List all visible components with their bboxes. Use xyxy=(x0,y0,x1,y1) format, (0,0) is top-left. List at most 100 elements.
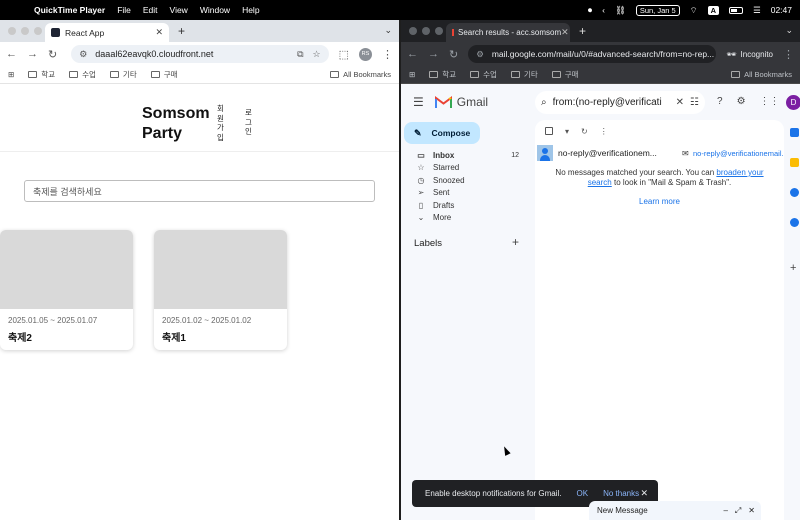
signup-link[interactable]: 회원가입 xyxy=(216,104,225,142)
menu-view[interactable]: View xyxy=(170,5,188,15)
clock[interactable]: 02:47 xyxy=(771,5,792,15)
search-contact-row[interactable]: no-reply@verificationem... ✉ no-reply@ve… xyxy=(535,142,784,164)
expand-icon[interactable]: ⤢ xyxy=(735,506,741,516)
bookmark-folder-etc[interactable]: 기타 xyxy=(510,69,538,80)
site-info-icon[interactable]: ⚙ xyxy=(79,49,87,60)
festival-search-input[interactable]: 축제를 검색하세요 xyxy=(24,180,375,202)
tab-search-chevron-icon[interactable]: ⌄ xyxy=(384,25,392,36)
site-info-icon[interactable]: ⚙ xyxy=(476,49,484,60)
menu-help[interactable]: Help xyxy=(242,5,259,15)
all-bookmarks[interactable]: All Bookmarks xyxy=(330,70,391,79)
back-icon[interactable]: ← xyxy=(407,48,418,60)
bookmark-folder-etc[interactable]: 기타 xyxy=(109,69,137,80)
account-avatar[interactable]: D xyxy=(786,95,800,110)
search-icon[interactable]: ⌕ xyxy=(541,97,547,108)
forward-icon[interactable]: → xyxy=(428,48,439,60)
nav-starred[interactable]: ☆ Starred xyxy=(401,162,531,175)
mail-search-input[interactable]: ⌕ from:(no-reply@verificati ✕ ☷ xyxy=(535,91,705,114)
all-bookmarks[interactable]: All Bookmarks xyxy=(731,70,792,79)
calendar-icon[interactable] xyxy=(790,128,799,137)
tab-gmail-search[interactable]: Search results - acc.somsom ✕ xyxy=(446,23,570,42)
forward-icon[interactable]: → xyxy=(27,48,38,60)
more-options-icon[interactable]: ⋮ xyxy=(600,127,608,136)
chevron-left-icon[interactable]: ‹ xyxy=(602,5,605,15)
close-window-button[interactable] xyxy=(8,27,16,35)
control-center-icon[interactable]: ☰ xyxy=(753,5,761,16)
apps-grid-icon[interactable]: ⊞ xyxy=(8,70,14,79)
add-addon-plus-icon[interactable]: + xyxy=(790,262,799,274)
input-source-badge[interactable]: A xyxy=(707,5,720,15)
close-tab-icon[interactable]: ✕ xyxy=(561,27,569,38)
add-label-plus-icon[interactable]: + xyxy=(512,235,519,249)
nav-snoozed[interactable]: ◷ Snoozed xyxy=(401,174,531,187)
bookmark-folder-school[interactable]: 학교 xyxy=(429,69,456,80)
apps-grid-icon[interactable]: ⋮⋮ xyxy=(760,96,780,107)
wifi-icon[interactable]: ⌔ xyxy=(690,5,698,16)
bookmark-folder-purchase[interactable]: 구매 xyxy=(150,69,178,80)
close-tab-icon[interactable]: ✕ xyxy=(155,27,163,38)
address-bar[interactable]: ⚙ daaal62eavqk0.cloudfront.net ⧉ ☆ xyxy=(71,45,329,63)
learn-more-link[interactable]: Learn more xyxy=(535,197,784,206)
record-icon[interactable]: ⏺ xyxy=(588,5,592,16)
nav-inbox[interactable]: ▭ Inbox 12 xyxy=(401,149,531,162)
bookmark-star-icon[interactable]: ☆ xyxy=(313,49,321,60)
incognito-indicator[interactable]: 🕶 Incognito xyxy=(726,50,773,59)
close-window-button[interactable] xyxy=(409,27,417,35)
bookmark-folder-class[interactable]: 수업 xyxy=(69,69,96,80)
toast-no-thanks-button[interactable]: No thanks xyxy=(603,489,639,498)
compose-button[interactable]: ✎ Compose xyxy=(404,122,480,144)
menu-file[interactable]: File xyxy=(117,5,131,15)
tab-react-app[interactable]: React App ✕ xyxy=(45,23,169,42)
profile-avatar[interactable]: RS xyxy=(359,47,372,61)
contact-email-link[interactable]: no-reply@verificationemail... xyxy=(693,149,784,158)
bookmark-star-icon[interactable]: ☆ xyxy=(714,49,716,60)
nav-more[interactable]: ⌄ More xyxy=(401,212,531,225)
new-tab-plus-icon[interactable]: + xyxy=(579,24,586,38)
main-menu-icon[interactable]: ☰ xyxy=(413,95,424,109)
url-text[interactable]: mail.google.com/mail/u/0/#advanced-searc… xyxy=(492,49,714,59)
login-link[interactable]: 로그인 xyxy=(244,108,253,137)
zoom-window-button[interactable] xyxy=(34,27,42,35)
address-bar[interactable]: ⚙ mail.google.com/mail/u/0/#advanced-sea… xyxy=(468,45,717,63)
apps-grid-icon[interactable]: ⊞ xyxy=(409,70,415,79)
select-all-checkbox[interactable] xyxy=(545,127,553,135)
minimize-window-button[interactable] xyxy=(21,27,29,35)
reload-icon[interactable]: ↻ xyxy=(449,48,458,61)
help-icon[interactable]: ? xyxy=(717,96,723,107)
nav-sent[interactable]: ➢ Sent xyxy=(401,187,531,200)
battery-icon[interactable] xyxy=(729,6,744,14)
back-icon[interactable]: ← xyxy=(6,48,17,60)
search-query[interactable]: from:(no-reply@verificati xyxy=(553,97,670,108)
gmail-logo[interactable]: Gmail xyxy=(434,95,488,109)
menu-app-name[interactable]: QuickTime Player xyxy=(34,5,105,15)
festival-card[interactable]: 2025.01.05 ~ 2025.01.07 축제2 xyxy=(0,230,133,350)
new-message-window[interactable]: New Message – ⤢ ✕ xyxy=(589,501,761,520)
refresh-icon[interactable]: ↻ xyxy=(581,127,588,136)
bookmark-folder-school[interactable]: 학교 xyxy=(28,69,55,80)
select-dropdown-icon[interactable]: ▾ xyxy=(565,127,569,136)
nav-drafts[interactable]: ▯ Drafts xyxy=(401,199,531,212)
url-text[interactable]: daaal62eavqk0.cloudfront.net xyxy=(95,49,213,59)
festival-card[interactable]: 2025.01.02 ~ 2025.01.02 축제1 xyxy=(154,230,287,350)
zoom-window-button[interactable] xyxy=(435,27,443,35)
toast-close-icon[interactable]: ✕ xyxy=(640,488,648,499)
menu-kebab-icon[interactable]: ⋮ xyxy=(382,48,393,61)
bookmark-folder-class[interactable]: 수업 xyxy=(470,69,497,80)
new-tab-plus-icon[interactable]: + xyxy=(178,24,185,38)
menu-window[interactable]: Window xyxy=(200,5,230,15)
tab-search-chevron-icon[interactable]: ⌄ xyxy=(785,25,793,36)
settings-gear-icon[interactable]: ⚙ xyxy=(737,96,746,107)
date-chip[interactable]: Sun, Jan 5 xyxy=(635,4,680,16)
keep-icon[interactable] xyxy=(790,158,799,167)
menu-kebab-icon[interactable]: ⋮ xyxy=(783,48,794,61)
search-options-icon[interactable]: ☷ xyxy=(690,97,699,108)
extensions-icon[interactable]: ⬚ xyxy=(339,48,349,61)
minimize-window-button[interactable] xyxy=(422,27,430,35)
reload-icon[interactable]: ↻ xyxy=(48,48,57,61)
clear-search-icon[interactable]: ✕ xyxy=(676,97,684,108)
minimize-icon[interactable]: – xyxy=(723,506,727,516)
link-icon[interactable]: ⛓ xyxy=(615,5,626,16)
contacts-icon[interactable] xyxy=(790,218,799,227)
toast-ok-button[interactable]: OK xyxy=(577,489,589,498)
bookmark-folder-purchase[interactable]: 구매 xyxy=(551,69,579,80)
